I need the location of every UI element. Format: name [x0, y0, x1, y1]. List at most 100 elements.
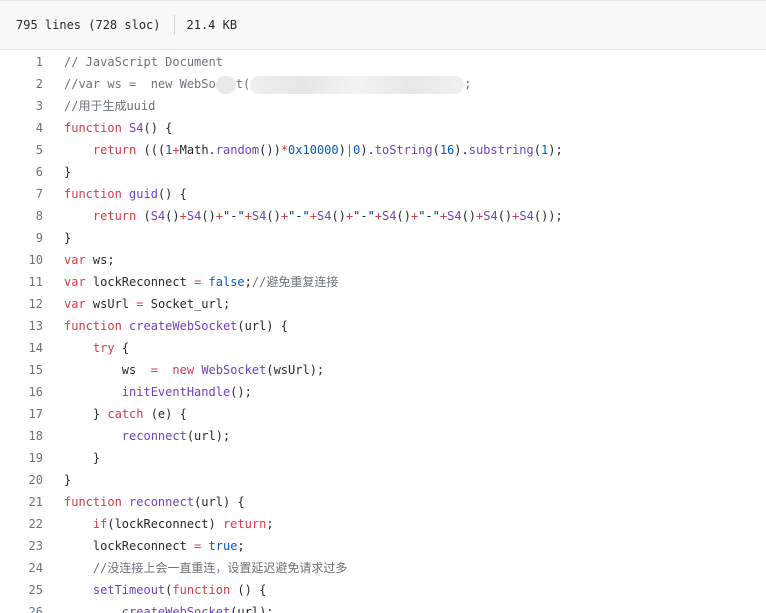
code-token: function	[64, 319, 122, 333]
line-number[interactable]: 15	[0, 359, 43, 381]
line-source: return (S4()+S4()+"-"+S4()+"-"+S4()+"-"+…	[64, 205, 563, 227]
code-token: reconnect	[129, 495, 195, 509]
line-number[interactable]: 5	[0, 139, 43, 161]
code-line: 26 createWebSocket(url);	[0, 601, 766, 613]
line-number[interactable]: 4	[0, 117, 43, 139]
code-token: toString	[374, 143, 433, 157]
line-number[interactable]: 21	[0, 491, 43, 513]
line-source: if(lockReconnect) return;	[64, 513, 274, 535]
line-number[interactable]: 13	[0, 315, 43, 337]
code-token: ).	[454, 143, 469, 157]
line-number[interactable]: 14	[0, 337, 43, 359]
code-line: 25 setTimeout(function () {	[0, 579, 766, 601]
line-number[interactable]: 17	[0, 403, 43, 425]
code-token: S4	[251, 209, 267, 223]
line-number[interactable]: 12	[0, 293, 43, 315]
code-token: lockReconnect	[64, 539, 195, 553]
code-viewer: 795 lines (728 sloc) 21.4 KB 1 // JavaScr…	[0, 0, 766, 613]
code-token: *	[280, 143, 289, 157]
code-token: createWebSocket	[129, 319, 238, 333]
code-token: ws;	[85, 253, 115, 267]
code-token: +	[309, 209, 317, 223]
code-token: "-"	[353, 209, 375, 223]
code-token: //避免重复连接	[251, 275, 339, 289]
line-source: lockReconnect = true;	[64, 535, 245, 557]
code-token: var	[64, 297, 86, 311]
line-number[interactable]: 16	[0, 381, 43, 403]
code-token: reconnect	[121, 429, 187, 443]
line-number[interactable]: 22	[0, 513, 43, 535]
code-token: |	[345, 143, 354, 157]
code-token: S4	[150, 209, 166, 223]
code-token: "-"	[418, 209, 440, 223]
code-token: S4	[483, 209, 498, 223]
line-source: initEventHandle();	[64, 381, 252, 403]
code-token: () {	[143, 121, 173, 135]
code-line: 24 //没连接上会一直重连，设置延迟避免请求过多	[0, 557, 766, 579]
line-number[interactable]: 24	[0, 557, 43, 579]
code-line: 2 //var ws = new WebSo t(;	[0, 73, 766, 95]
code-token: ()	[396, 209, 411, 223]
code-token: 0x10000	[288, 143, 339, 157]
code-token: return	[222, 517, 267, 531]
code-line: 16 initEventHandle();	[0, 381, 766, 403]
code-token: S4	[519, 209, 534, 223]
line-source: var lockReconnect = false;//避免重复连接	[64, 271, 338, 293]
line-number[interactable]: 8	[0, 205, 43, 227]
code-token: wsUrl	[85, 297, 137, 311]
code-token: var	[64, 275, 86, 289]
line-number[interactable]: 10	[0, 249, 43, 271]
code-token: return	[92, 143, 137, 157]
code-token: (wsUrl);	[266, 363, 325, 377]
line-number[interactable]: 23	[0, 535, 43, 557]
code-line: 6}	[0, 161, 766, 183]
code-token: t(	[235, 77, 251, 91]
code-line: 13 function createWebSocket(url) {	[0, 315, 766, 337]
code-token: if	[92, 517, 108, 531]
line-source: }	[64, 469, 71, 491]
line-number[interactable]: 1	[0, 51, 43, 73]
code-token: {	[114, 341, 130, 355]
line-number[interactable]: 6	[0, 161, 43, 183]
code-line: 18 reconnect(url);	[0, 425, 766, 447]
file-size: 21.4 KB	[186, 18, 238, 32]
code-token: (	[136, 209, 151, 223]
code-token: guid	[129, 187, 158, 201]
line-number[interactable]: 26	[0, 601, 43, 613]
line-source: function reconnect(url) {	[64, 491, 245, 513]
line-number[interactable]: 2	[0, 73, 43, 95]
line-source: try {	[64, 337, 129, 359]
line-number[interactable]: 20	[0, 469, 43, 491]
line-source: createWebSocket(url);	[64, 601, 274, 613]
line-number[interactable]: 9	[0, 227, 43, 249]
code-token: +	[172, 143, 180, 157]
code-token: () {	[157, 187, 187, 201]
code-line: 7 function guid() {	[0, 183, 766, 205]
line-number[interactable]: 7	[0, 183, 43, 205]
code-token: "-"	[223, 209, 245, 223]
line-number[interactable]: 11	[0, 271, 43, 293]
code-token: ;	[266, 517, 274, 531]
code-token: S4	[447, 209, 462, 223]
code-token: +	[215, 209, 223, 223]
code-line: 3 //用于生成uuid	[0, 95, 766, 117]
line-number[interactable]: 18	[0, 425, 43, 447]
line-number[interactable]: 25	[0, 579, 43, 601]
code-token: ).	[360, 143, 375, 157]
code-line: 20}	[0, 469, 766, 491]
code-line: 10 var ws;	[0, 249, 766, 271]
line-source: var ws;	[64, 249, 115, 271]
code-token: var	[64, 253, 86, 267]
code-token: // JavaScript Document	[64, 55, 223, 69]
code-token: }	[64, 407, 108, 421]
code-token: ()	[165, 209, 180, 223]
line-number[interactable]: 19	[0, 447, 43, 469]
line-number[interactable]: 3	[0, 95, 43, 117]
